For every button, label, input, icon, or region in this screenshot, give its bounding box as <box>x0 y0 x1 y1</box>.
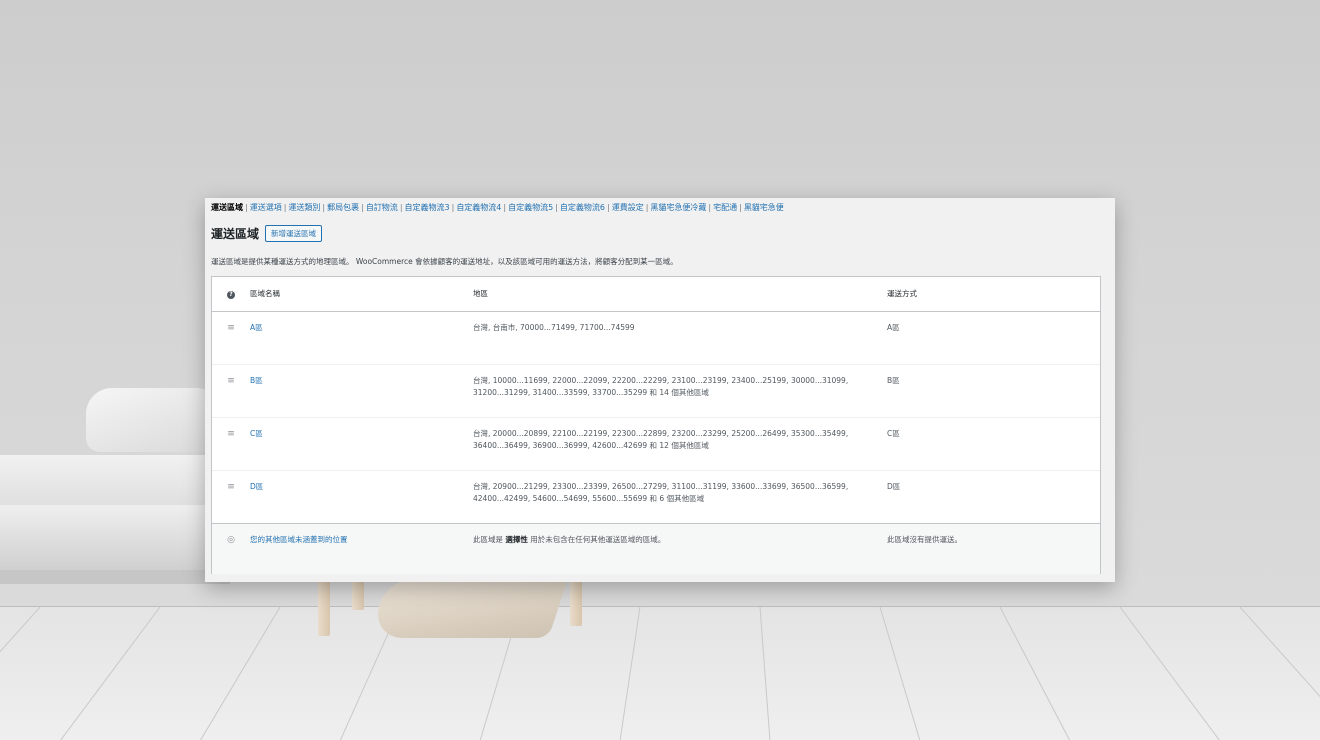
rest-desc-strong: 選擇性 <box>505 535 528 544</box>
subnav-separator: | <box>739 203 742 212</box>
drag-handle-icon[interactable]: ≡ <box>227 376 235 386</box>
subnav-separator: | <box>322 203 326 212</box>
zone-name-link[interactable]: C區 <box>250 429 263 438</box>
zone-name-link[interactable]: B區 <box>250 376 263 385</box>
throw-blanket <box>368 580 568 638</box>
table-row: ≡ D區 台灣, 20900...21299, 23300...23399, 2… <box>212 471 1100 524</box>
drag-handle-icon[interactable]: ≡ <box>227 429 235 439</box>
add-shipping-zone-button[interactable]: 新增運送區域 <box>265 224 323 242</box>
shipping-zones-panel: 運送區域 | 運送選項 | 運送類別 | 郵局包裹 | 自訂物流 | 自定義物流3 | 自定義物流4 | 自… <box>205 198 1115 582</box>
drag-handle-icon[interactable]: ≡ <box>227 323 235 333</box>
subnav-separator: | <box>645 203 649 212</box>
header-zone-name: 區域名稱 <box>250 289 280 298</box>
rest-of-world-description: 此區域是 選擇性 用於未包含在任何其他運送區域的區域。 <box>473 534 873 546</box>
subnav-separator: | <box>361 203 364 212</box>
subnav-item[interactable]: 運送類別 <box>288 203 320 212</box>
help-cell: ? <box>224 288 238 300</box>
zone-method: A區 <box>887 323 900 332</box>
zone-region: 台灣, 20900...21299, 23300...23399, 26500.… <box>473 482 849 503</box>
zone-method: D區 <box>887 482 901 491</box>
zone-region: 台灣, 20000...20899, 22100...22199, 22300.… <box>473 429 849 450</box>
subnav-item[interactable]: 運送選項 <box>250 203 282 212</box>
zone-region: 台灣, 10000...11699, 22000...22099, 22200.… <box>473 376 849 397</box>
zone-method: B區 <box>887 376 900 385</box>
subnav-separator: | <box>607 203 610 212</box>
sofa-base <box>0 570 230 584</box>
rest-of-world-row: ◎ 您的其他區域未涵蓋到的位置 此區域是 選擇性 用於未包含在任何其他運送區域的… <box>212 523 1100 574</box>
subnav-item[interactable]: 黑貓宅急便 <box>744 203 784 212</box>
floor-planks <box>0 607 1320 740</box>
subnav-separator: | <box>708 203 712 212</box>
table-row: ≡ C區 台灣, 20000...20899, 22100...22199, 2… <box>212 418 1100 471</box>
rest-of-world-link[interactable]: 您的其他區域未涵蓋到的位置 <box>250 535 348 544</box>
floor <box>0 606 1320 740</box>
drag-handle-icon[interactable]: ≡ <box>227 482 235 492</box>
zone-name-link[interactable]: A區 <box>250 323 263 332</box>
table-leg-right <box>570 580 582 626</box>
subnav-item[interactable]: 自訂物流 <box>366 203 398 212</box>
table-header: ? 區域名稱 地區 運送方式 <box>212 277 1100 312</box>
table-row: ≡ A區 台灣, 台南市, 70000...71499, 71700...745… <box>212 312 1100 365</box>
subnav-separator: | <box>451 203 455 212</box>
shipping-zones-table: ? 區域名稱 地區 運送方式 ≡ A區 台灣, 台南市, 70000...714… <box>211 276 1101 574</box>
subnav-separator: | <box>283 203 287 212</box>
subnav-item[interactable]: 自定義物流5 <box>508 203 553 212</box>
subnav-item[interactable]: 郵局包裹 <box>327 203 359 212</box>
header-region: 地區 <box>473 289 488 298</box>
subnav-item[interactable]: 黑貓宅急便冷藏 <box>650 203 706 212</box>
rest-desc-prefix: 此區域是 <box>473 535 503 544</box>
page-title: 運送區域 <box>211 226 260 241</box>
table-row: ≡ B區 台灣, 10000...11699, 22000...22099, 2… <box>212 365 1100 418</box>
zone-name-link[interactable]: D區 <box>250 482 263 491</box>
subnav-separator: | <box>555 203 558 212</box>
rest-of-world-method: 此區域沒有提供運送。 <box>887 535 962 544</box>
help-icon[interactable]: ? <box>227 291 235 299</box>
page-description: 運送區域是提供某種運送方式的地理區域。 WooCommerce 會依據顧客的運送… <box>211 257 678 266</box>
globe-icon: ◎ <box>227 535 235 545</box>
subnav-separator: | <box>399 203 403 212</box>
table-leg-left <box>318 580 330 636</box>
subnav-item[interactable]: 自定義物流3 <box>405 203 450 212</box>
rest-desc-suffix: 用於未包含在任何其他運送區域的區域。 <box>530 535 666 544</box>
subnav-item[interactable]: 宅配通 <box>713 203 737 212</box>
header-shipping-method: 運送方式 <box>887 289 917 298</box>
zone-region: 台灣, 台南市, 70000...71499, 71700...74599 <box>473 323 635 332</box>
heading-row: 運送區域 新增運送區域 <box>211 224 323 242</box>
subnav-item[interactable]: 自定義物流4 <box>456 203 501 212</box>
subnav-item[interactable]: 運送區域 <box>211 203 243 212</box>
subnav-separator: | <box>503 203 507 212</box>
subnav-item[interactable]: 自定義物流6 <box>560 203 605 212</box>
table-leg-back <box>352 580 364 610</box>
zone-method: C區 <box>887 429 900 438</box>
subnav-item[interactable]: 運費設定 <box>612 203 644 212</box>
sofa-seat <box>0 505 230 571</box>
subnav-separator: | <box>245 203 248 212</box>
subsubsub-nav: 運送區域 | 運送選項 | 運送類別 | 郵局包裹 | 自訂物流 | 自定義物流3 | 自定義物流4 | 自… <box>211 202 1111 214</box>
